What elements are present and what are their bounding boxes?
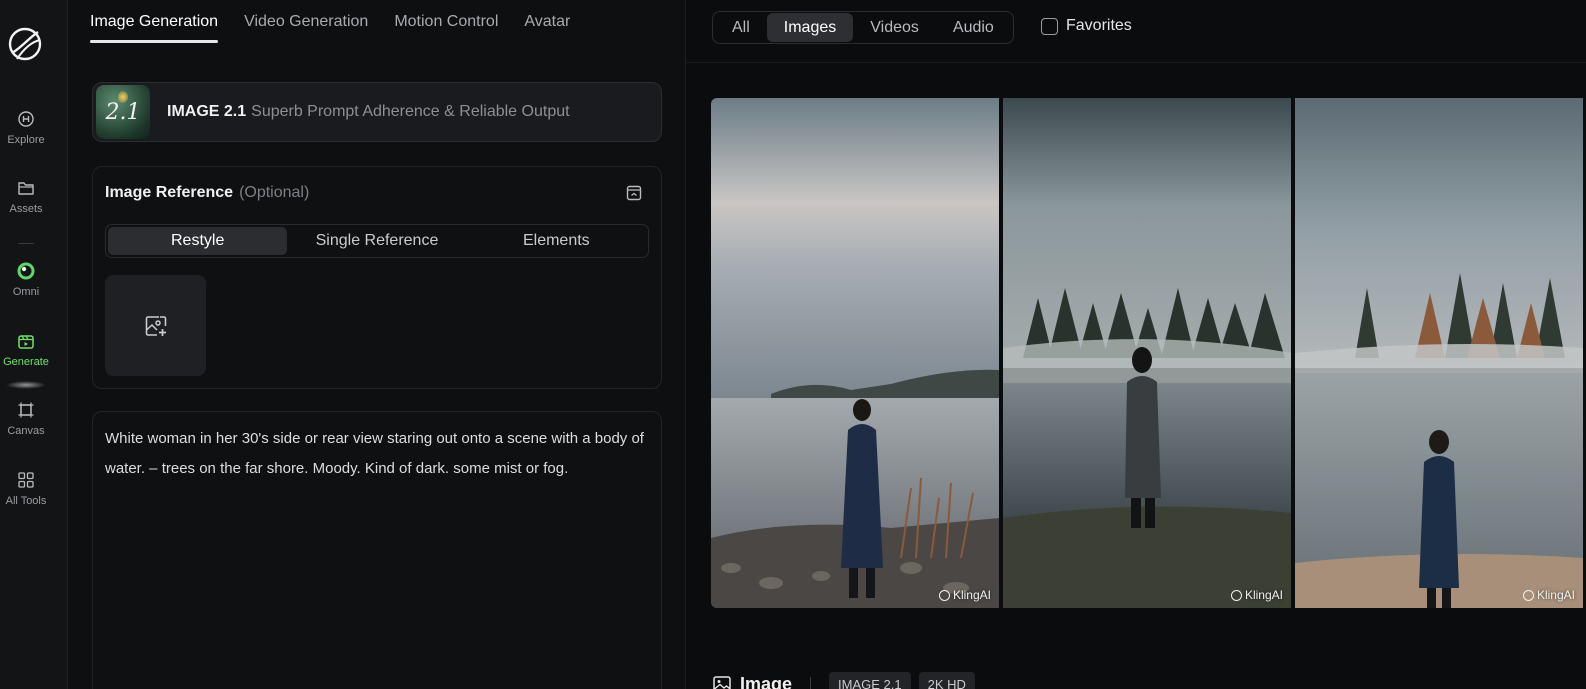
results-area: All Images Videos Audio Favorites KlingA…	[686, 0, 1586, 689]
info-divider	[810, 677, 812, 689]
canvas-icon	[18, 402, 34, 418]
model-tag: IMAGE 2.1	[829, 672, 911, 689]
filter-videos[interactable]: Videos	[853, 13, 936, 42]
watermark-text-3: KlingAI	[1536, 588, 1575, 602]
model-thumbnail: 2.1	[96, 85, 150, 139]
favorites-checkbox[interactable]	[1041, 17, 1058, 35]
app-logo[interactable]	[7, 26, 43, 62]
klingai-logo-icon	[1522, 589, 1534, 601]
nav-canvas-label: Canvas	[7, 425, 45, 437]
prompt-textarea[interactable]: White woman in her 30's side or rear vie…	[92, 411, 662, 689]
nav-assets[interactable]: Assets	[0, 179, 52, 215]
image-reference-section: Image Reference (Optional) Restyle Single…	[92, 166, 662, 389]
mode-restyle[interactable]: Restyle	[108, 227, 288, 255]
generated-image-3[interactable]: KlingAI	[1295, 98, 1583, 608]
image-reference-optional: (Optional)	[239, 184, 310, 201]
nav-assets-label: Assets	[9, 203, 43, 215]
image-reference-heading: Image Reference (Optional)	[105, 184, 309, 202]
nav-explore[interactable]: Explore	[0, 110, 52, 146]
generated-image-1[interactable]: KlingAI	[711, 98, 999, 608]
prompt-text[interactable]: White woman in her 30's side or rear vie…	[105, 424, 649, 484]
autumn-lake-image	[1295, 98, 1583, 608]
generation-tabs: Image Generation Video Generation Motion…	[90, 0, 570, 44]
upload-image-button[interactable]	[105, 275, 206, 376]
watermark-text-1: KlingAI	[952, 588, 991, 602]
tab-avatar[interactable]: Avatar	[524, 0, 570, 44]
omni-icon	[17, 262, 35, 280]
image-reference-title: Image Reference	[105, 184, 234, 201]
generate-icon	[18, 335, 34, 349]
active-indicator	[6, 381, 46, 389]
filter-images[interactable]: Images	[766, 13, 854, 42]
nav-explore-label: Explore	[7, 134, 45, 146]
forest-lake-image	[1003, 98, 1291, 608]
media-filter-tabs: All Images Videos Audio	[712, 11, 1014, 44]
app-window: Explore Assets Omni Generate Canvas All …	[0, 0, 1586, 689]
image-icon	[713, 676, 731, 689]
explore-icon	[18, 111, 34, 127]
nav-generate[interactable]: Generate	[0, 332, 52, 368]
watermark-text-2: KlingAI	[1244, 588, 1283, 602]
left-nav-rail: Explore Assets Omni Generate Canvas All …	[0, 0, 68, 689]
result-type-title: Image	[740, 673, 793, 689]
header-divider	[686, 62, 1586, 63]
tab-video-generation[interactable]: Video Generation	[244, 0, 368, 44]
folder-icon	[18, 182, 34, 195]
watermark-1: KlingAI	[938, 588, 991, 602]
nav-omni[interactable]: Omni	[0, 262, 52, 298]
model-name: IMAGE 2.1	[167, 103, 247, 120]
model-description: Superb Prompt Adherence & Reliable Outpu…	[251, 103, 570, 120]
generated-image-2[interactable]: KlingAI	[1003, 98, 1291, 608]
nav-all-tools[interactable]: All Tools	[0, 471, 52, 507]
generated-images-gallery: KlingAI KlingAI KlingAI	[711, 98, 1586, 608]
mode-elements[interactable]: Elements	[467, 227, 646, 255]
lake-scene-image	[711, 98, 999, 608]
nav-omni-label: Omni	[12, 286, 40, 298]
klingai-logo-icon	[938, 589, 950, 601]
generation-panel: Image Generation Video Generation Motion…	[68, 0, 686, 689]
add-image-icon	[145, 315, 166, 336]
filter-all[interactable]: All	[715, 13, 767, 42]
grid-icon	[18, 472, 34, 488]
mode-single-reference[interactable]: Single Reference	[287, 227, 466, 255]
filter-audio[interactable]: Audio	[936, 13, 1011, 42]
watermark-2: KlingAI	[1230, 588, 1283, 602]
reference-library-icon[interactable]	[625, 184, 643, 202]
result-info-row: Image IMAGE 2.1 2K HD	[713, 672, 975, 689]
nav-generate-label: Generate	[3, 356, 49, 368]
model-selector[interactable]: 2.1 IMAGE 2.1 Superb Prompt Adherence & …	[92, 82, 662, 142]
watermark-3: KlingAI	[1522, 588, 1575, 602]
favorites-label: Favorites	[1066, 17, 1132, 34]
nav-divider	[18, 243, 34, 244]
klingai-logo-icon	[1230, 589, 1242, 601]
model-thumbnail-text: 2.1	[105, 99, 141, 125]
tab-motion-control[interactable]: Motion Control	[394, 0, 498, 44]
reference-mode-selector: Restyle Single Reference Elements	[105, 224, 649, 258]
favorites-toggle[interactable]: Favorites	[1041, 17, 1132, 35]
nav-all-tools-label: All Tools	[5, 495, 47, 507]
nav-canvas[interactable]: Canvas	[0, 401, 52, 437]
tab-image-generation[interactable]: Image Generation	[90, 0, 219, 44]
resolution-tag: 2K HD	[918, 672, 975, 689]
